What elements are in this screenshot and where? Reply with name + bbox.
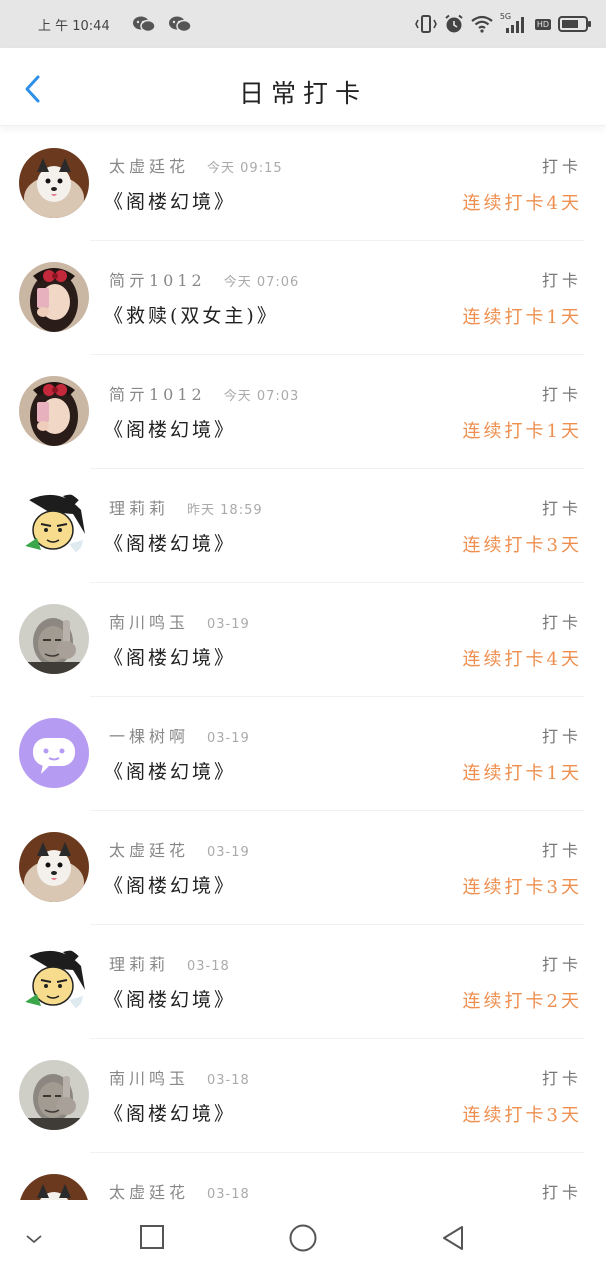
name-line: 太虚廷花 今天 09:15 <box>109 153 283 177</box>
avatar-dog[interactable] <box>19 148 89 218</box>
name-line: 太虚廷花 03-19 <box>109 837 250 861</box>
checkin-list-item[interactable]: 理莉莉 03-18 《阁楼幻境》 打卡 连续打卡2天 <box>0 925 606 1039</box>
book-title[interactable]: 《阁楼幻境》 <box>104 871 236 898</box>
status-bar: 上 午 10:44 5G HD <box>0 0 606 48</box>
streak-count: 连续打卡3天 <box>462 535 582 556</box>
name-line: 一棵树啊 03-19 <box>109 723 250 747</box>
checkin-label: 打卡 <box>541 271 582 290</box>
name-line: 南川鸣玉 03-19 <box>109 609 250 633</box>
checkin-list-item[interactable]: 一棵树啊 03-19 《阁楼幻境》 打卡 连续打卡1天 <box>0 697 606 811</box>
streak-count: 连续打卡3天 <box>462 877 582 898</box>
wifi-icon <box>471 15 493 33</box>
book-title[interactable]: 《阁楼幻境》 <box>104 529 236 556</box>
avatar-girl[interactable] <box>19 376 89 446</box>
wechat-notification-icon <box>168 16 192 33</box>
user-name[interactable]: 太虚廷花 <box>109 153 189 177</box>
post-time: 今天 07:03 <box>223 389 300 404</box>
system-nav-bar <box>0 1200 606 1280</box>
checkin-label: 打卡 <box>541 955 582 974</box>
status-icons: 5G HD <box>414 12 592 34</box>
user-name[interactable]: 太虚廷花 <box>109 837 189 861</box>
name-line: 简亓1012 今天 07:03 <box>109 381 299 405</box>
checkin-label: 打卡 <box>541 1183 582 1200</box>
streak-count: 连续打卡2天 <box>462 991 582 1012</box>
vibrate-icon <box>414 15 437 33</box>
checkin-list-item[interactable]: 简亓1012 今天 07:06 《救赎(双女主)》 打卡 连续打卡1天 <box>0 241 606 355</box>
avatar-man[interactable] <box>19 1060 89 1130</box>
streak-count: 连续打卡4天 <box>462 649 582 670</box>
battery-icon <box>558 16 591 32</box>
user-name[interactable]: 简亓1012 <box>109 267 206 291</box>
streak-count: 连续打卡1天 <box>462 763 582 784</box>
page-title: 日常打卡 <box>238 79 367 108</box>
name-line: 理莉莉 昨天 18:59 <box>109 495 263 519</box>
book-title[interactable]: 《阁楼幻境》 <box>104 643 236 670</box>
book-title[interactable]: 《阁楼幻境》 <box>104 415 236 442</box>
recents-square-icon[interactable] <box>139 1224 165 1250</box>
avatar-cartoon[interactable] <box>19 946 89 1016</box>
status-time: 上 午 10:44 <box>38 18 110 34</box>
checkin-list-item[interactable]: 理莉莉 昨天 18:59 《阁楼幻境》 打卡 连续打卡3天 <box>0 469 606 583</box>
post-time: 今天 09:15 <box>207 161 283 176</box>
checkin-label: 打卡 <box>541 499 582 518</box>
checkin-label: 打卡 <box>541 385 582 404</box>
streak-count: 连续打卡3天 <box>462 1105 582 1126</box>
user-name[interactable]: 南川鸣玉 <box>109 609 189 633</box>
back-triangle-icon[interactable] <box>440 1224 466 1252</box>
user-name[interactable]: 太虚廷花 <box>109 1179 189 1200</box>
alarm-icon <box>445 14 463 33</box>
avatar-dog[interactable] <box>19 832 89 902</box>
checkin-label: 打卡 <box>541 157 582 176</box>
avatar-man[interactable] <box>19 604 89 674</box>
user-name[interactable]: 理莉莉 <box>109 495 169 519</box>
post-time: 03-19 <box>207 731 250 746</box>
post-time: 昨天 18:59 <box>187 503 263 518</box>
post-time: 03-18 <box>187 959 230 974</box>
wechat-notification-icon <box>132 16 156 33</box>
user-name[interactable]: 理莉莉 <box>109 951 169 975</box>
checkin-list-item[interactable]: 简亓1012 今天 07:03 《阁楼幻境》 打卡 连续打卡1天 <box>0 355 606 469</box>
book-title[interactable]: 《救赎(双女主)》 <box>104 301 279 328</box>
user-name[interactable]: 简亓1012 <box>109 381 206 405</box>
checkin-label: 打卡 <box>541 841 582 860</box>
post-time: 03-18 <box>207 1073 250 1088</box>
checkin-label: 打卡 <box>541 1069 582 1088</box>
user-name[interactable]: 一棵树啊 <box>109 723 189 747</box>
post-time: 03-19 <box>207 617 250 632</box>
app-header: 日常打卡 <box>0 48 606 126</box>
home-circle-icon[interactable] <box>288 1223 318 1253</box>
name-line: 太虚廷花 03-18 <box>109 1179 250 1200</box>
user-name[interactable]: 南川鸣玉 <box>109 1065 189 1089</box>
post-time: 03-19 <box>207 845 250 860</box>
checkin-list[interactable]: 太虚廷花 今天 09:15 《阁楼幻境》 打卡 连续打卡4天 简亓1012 今天… <box>0 127 606 1200</box>
avatar-cartoon[interactable] <box>19 490 89 560</box>
checkin-list-item[interactable]: 南川鸣玉 03-19 《阁楼幻境》 打卡 连续打卡4天 <box>0 583 606 697</box>
cellular-signal: 5G <box>500 12 528 34</box>
checkin-list-item[interactable]: 太虚廷花 今天 09:15 《阁楼幻境》 打卡 连续打卡4天 <box>0 127 606 241</box>
name-line: 理莉莉 03-18 <box>109 951 230 975</box>
book-title[interactable]: 《阁楼幻境》 <box>104 1099 236 1126</box>
streak-count: 连续打卡1天 <box>462 307 582 328</box>
name-line: 南川鸣玉 03-18 <box>109 1065 250 1089</box>
signal-icon <box>505 17 524 33</box>
checkin-list-item[interactable]: 太虚廷花 03-19 《阁楼幻境》 打卡 连续打卡3天 <box>0 811 606 925</box>
chevron-down-icon[interactable] <box>24 1232 44 1246</box>
book-title[interactable]: 《阁楼幻境》 <box>104 757 236 784</box>
avatar-girl[interactable] <box>19 262 89 332</box>
avatar-dog[interactable] <box>19 1174 89 1200</box>
checkin-list-item[interactable]: 南川鸣玉 03-18 《阁楼幻境》 打卡 连续打卡3天 <box>0 1039 606 1153</box>
checkin-label: 打卡 <box>541 613 582 632</box>
avatar-chat[interactable] <box>19 718 89 788</box>
streak-count: 连续打卡4天 <box>462 193 582 214</box>
name-line: 简亓1012 今天 07:06 <box>109 267 299 291</box>
checkin-label: 打卡 <box>541 727 582 746</box>
book-title[interactable]: 《阁楼幻境》 <box>104 187 236 214</box>
streak-count: 连续打卡1天 <box>462 421 582 442</box>
checkin-list-item[interactable]: 太虚廷花 03-18 打卡 <box>0 1153 606 1200</box>
hd-badge: HD <box>534 18 551 30</box>
post-time: 03-18 <box>207 1187 250 1200</box>
book-title[interactable]: 《阁楼幻境》 <box>104 985 236 1012</box>
post-time: 今天 07:06 <box>223 275 300 290</box>
